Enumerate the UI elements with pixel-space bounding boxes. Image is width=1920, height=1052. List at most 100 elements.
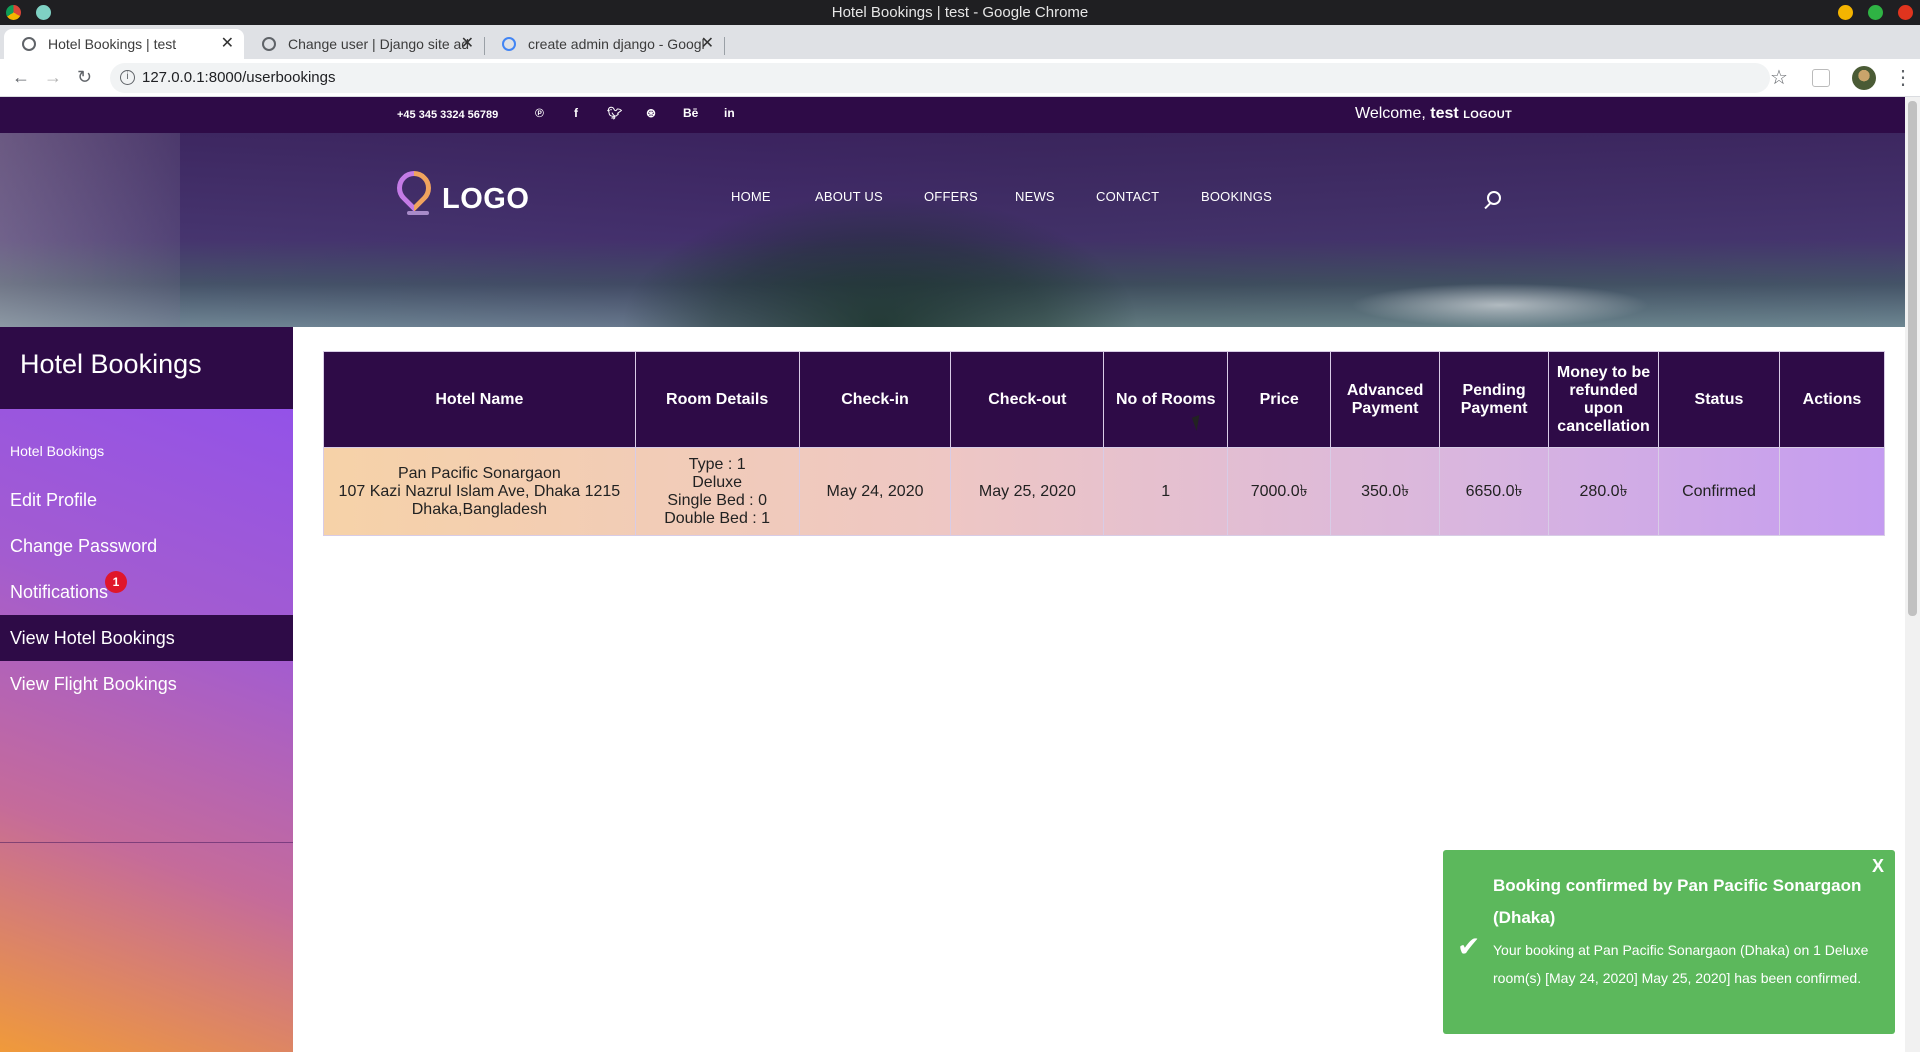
sidebar-item-view-hotel-bookings[interactable]: View Hotel Bookings xyxy=(0,615,293,661)
column-header: Actions xyxy=(1778,351,1886,448)
scrollbar-thumb[interactable] xyxy=(1908,101,1917,616)
hotel-address-line2: Dhaka,Bangladesh xyxy=(411,500,547,518)
refund-cell: 280.0৳ xyxy=(1548,447,1660,536)
welcome-message: Welcome, test LOGOUT xyxy=(1355,105,1512,123)
banner-palm-image xyxy=(620,193,1140,327)
checkmark-icon: ✔ xyxy=(1457,931,1481,962)
location-pin-icon xyxy=(389,163,439,213)
google-icon xyxy=(502,37,516,51)
address-bar-row: ← → ↻ i 127.0.0.1:8000/userbookings ☆ ⋮ xyxy=(0,59,1920,97)
dribbble-icon[interactable]: ⊛ xyxy=(646,106,656,120)
sidebar-divider xyxy=(0,842,293,843)
chrome-icon xyxy=(6,5,21,20)
tab-google-search[interactable]: create admin django - Googl ✕ xyxy=(484,29,724,59)
column-header: Money to be refunded upon cancellation xyxy=(1548,351,1660,448)
hotel-address-line1: 107 Kazi Nazrul Islam Ave, Dhaka 1215 xyxy=(338,482,621,500)
tab-hotel-bookings[interactable]: Hotel Bookings | test ✕ xyxy=(4,29,244,59)
toast-title: Booking confirmed by Pan Pacific Sonarga… xyxy=(1493,876,1862,927)
tab-change-user[interactable]: Change user | Django site ad ✕ xyxy=(244,29,484,59)
column-header: Price xyxy=(1227,351,1332,448)
top-info-bar: +45 345 3324 56789 ℗ f 🐦︎ ⊛ Bē in Welcom… xyxy=(0,97,1905,133)
double-bed-count: Double Bed : 1 xyxy=(664,509,771,527)
linkedin-icon[interactable]: in xyxy=(724,106,735,120)
checkin-cell: May 24, 2020 xyxy=(798,447,952,536)
nav-news[interactable]: NEWS xyxy=(1015,189,1055,204)
sidebar-item-change-password[interactable]: Change Password xyxy=(0,523,293,569)
page-scrollbar[interactable] xyxy=(1905,97,1920,1052)
room-class: Deluxe xyxy=(692,473,743,491)
room-type: Type : 1 xyxy=(688,455,746,473)
column-header: Room Details xyxy=(634,351,800,448)
search-icon[interactable] xyxy=(1487,191,1501,205)
page-viewport: +45 345 3324 56789 ℗ f 🐦︎ ⊛ Bē in Welcom… xyxy=(0,97,1905,1052)
logout-link[interactable]: LOGOUT xyxy=(1463,109,1512,121)
nav-home[interactable]: HOME xyxy=(731,189,771,204)
facebook-icon[interactable]: f xyxy=(574,106,578,120)
sidebar-breadcrumb[interactable]: Hotel Bookings xyxy=(10,443,104,459)
welcome-prefix: Welcome, xyxy=(1355,105,1426,122)
column-header: Check-out xyxy=(950,351,1105,448)
nav-contact[interactable]: CONTACT xyxy=(1096,189,1159,204)
back-icon[interactable]: ← xyxy=(12,67,30,88)
close-window-button[interactable] xyxy=(1898,5,1913,20)
bookmark-star-icon[interactable]: ☆ xyxy=(1770,65,1788,90)
sidebar-item-view-flight-bookings[interactable]: View Flight Bookings xyxy=(0,661,293,707)
column-header: Hotel Name xyxy=(323,351,636,448)
advance-payment-cell: 350.0৳ xyxy=(1330,447,1441,536)
globe-icon xyxy=(262,37,276,51)
sidebar-item-label: Notifications xyxy=(10,582,109,602)
nav-about-us[interactable]: ABOUT US xyxy=(815,189,883,204)
twitter-icon[interactable]: 🐦︎ xyxy=(607,106,622,120)
pinterest-icon[interactable]: ℗ xyxy=(535,106,544,120)
column-header: Advanced Payment xyxy=(1330,351,1441,448)
globe-icon xyxy=(22,37,36,51)
header-banner: LOGO HOME ABOUT US OFFERS NEWS CONTACT B… xyxy=(0,133,1905,327)
room-details-cell: Type : 1 Deluxe Single Bed : 0 Double Be… xyxy=(634,447,800,536)
checkout-cell: May 25, 2020 xyxy=(950,447,1105,536)
window-titlebar: Hotel Bookings | test - Google Chrome xyxy=(0,0,1920,25)
banner-cloud-image xyxy=(1350,283,1650,327)
reload-icon[interactable]: ↻ xyxy=(77,67,92,88)
tab-strip: Hotel Bookings | test ✕ Change user | Dj… xyxy=(0,25,1920,77)
table-header-row: Hotel Name Room Details Check-in Check-o… xyxy=(323,351,1886,448)
close-tab-icon[interactable]: ✕ xyxy=(221,29,234,59)
sidebar-item-label: Change Password xyxy=(10,536,158,556)
url-input[interactable]: i 127.0.0.1:8000/userbookings xyxy=(110,63,1770,93)
behance-icon[interactable]: Bē xyxy=(683,106,698,120)
column-header: Status xyxy=(1658,351,1780,448)
single-bed-count: Single Bed : 0 xyxy=(667,491,767,509)
sidebar-item-notifications[interactable]: Notifications 1 xyxy=(0,569,293,615)
sidebar: Hotel Bookings Hotel Bookings Edit Profi… xyxy=(0,327,293,1052)
sidebar-item-edit-profile[interactable]: Edit Profile xyxy=(0,477,293,523)
extension-icon[interactable] xyxy=(1812,69,1830,87)
minimize-button[interactable] xyxy=(1838,5,1853,20)
sidebar-item-label: View Flight Bookings xyxy=(10,674,177,694)
tab-divider xyxy=(724,37,725,55)
hotel-name-cell: Pan Pacific Sonargaon 107 Kazi Nazrul Is… xyxy=(323,447,636,536)
window-title: Hotel Bookings | test - Google Chrome xyxy=(831,4,1089,21)
maximize-button[interactable] xyxy=(1868,5,1883,20)
info-icon[interactable]: i xyxy=(120,70,135,85)
sidebar-item-label: View Hotel Bookings xyxy=(10,628,175,648)
actions-cell[interactable] xyxy=(1778,447,1886,536)
table-row: Pan Pacific Sonargaon 107 Kazi Nazrul Is… xyxy=(323,447,1886,536)
close-tab-icon[interactable]: ✕ xyxy=(461,29,474,59)
username: test xyxy=(1430,105,1459,122)
nav-offers[interactable]: OFFERS xyxy=(924,189,978,204)
sidebar-title: Hotel Bookings xyxy=(0,327,293,409)
chrome-menu-icon[interactable]: ⋮ xyxy=(1893,65,1913,90)
close-tab-icon[interactable]: ✕ xyxy=(701,29,714,59)
logo-text: LOGO xyxy=(442,183,530,215)
pin-shadow xyxy=(407,211,429,215)
tab-label: Hotel Bookings | test xyxy=(48,36,177,52)
status-cell: Confirmed xyxy=(1658,447,1780,536)
phone-number: +45 345 3324 56789 xyxy=(397,109,499,121)
sidebar-item-label: Edit Profile xyxy=(10,490,98,510)
tab-label: Change user | Django site ad xyxy=(288,36,470,52)
forward-icon[interactable]: → xyxy=(44,67,62,88)
nav-bookings[interactable]: BOOKINGS xyxy=(1201,189,1272,204)
profile-avatar[interactable] xyxy=(1852,66,1876,90)
toast-close-button[interactable]: X xyxy=(1872,856,1884,877)
toast-notification: X ✔ Booking confirmed by Pan Pacific Son… xyxy=(1443,850,1895,1034)
url-text: 127.0.0.1:8000/userbookings xyxy=(142,69,336,86)
